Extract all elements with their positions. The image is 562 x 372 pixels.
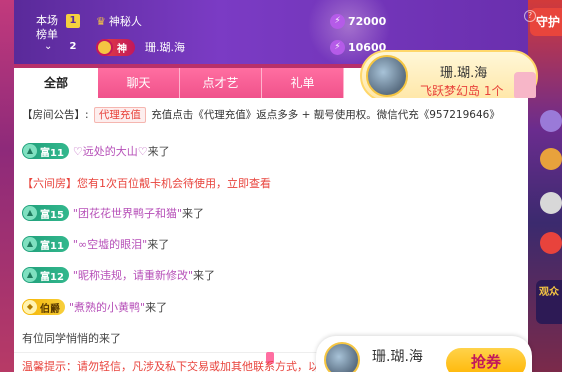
plain-message: 有位同学悄悄的来了 (22, 332, 121, 345)
tab-all[interactable]: 全部 (14, 68, 98, 98)
float-avatar[interactable] (324, 342, 360, 372)
help-icon[interactable]: ? (524, 10, 536, 22)
right-avatar-1[interactable] (540, 110, 562, 132)
medal-icon: ◆ (23, 300, 37, 314)
lightning-icon: ⚡ (330, 14, 345, 29)
username[interactable]: "团花花世界鸭子和猫" (73, 205, 182, 221)
lightning-icon: ⚡ (330, 40, 345, 55)
chevron-right-icon[interactable]: › (524, 262, 529, 276)
level-badge: ▲ 富11 (22, 236, 69, 252)
list-item: ◆ 伯爵 "煮熟的小黄鸭" 来了 (22, 298, 167, 316)
level-icon: ▲ (23, 144, 37, 158)
cake-icon (514, 72, 536, 98)
badge-text: 神 (117, 43, 127, 55)
host-card[interactable]: 珊.瑚.海 飞跃梦幻岛 1个 (360, 50, 538, 102)
score-1: ⚡ 72000 (330, 14, 386, 29)
message-suffix: 来了 (182, 207, 205, 220)
level-text: 富15 (40, 209, 64, 221)
message-suffix: 来了 (145, 301, 168, 314)
username[interactable]: ♡远处的大山♡ (73, 143, 148, 159)
tab-gifts[interactable]: 礼单 (262, 68, 344, 98)
list-item: ▲ 富15 "团花花世界鸭子和猫" 来了 (22, 204, 204, 222)
host-avatar[interactable] (366, 55, 408, 97)
username[interactable]: "昵称违规，请重新修改" (73, 267, 193, 283)
list-item: ▲ 富11 "∞空墟的眼泪" 来了 (22, 235, 169, 253)
rank-label-line1: 本场 (36, 14, 58, 27)
rank-label: 本场 榜单 (36, 14, 58, 42)
room-notice: 【房间公告】: 代理充值 充值点击《代理充值》返点多多 + 靓号使用权。微信代充… (22, 107, 522, 123)
message-suffix: 来了 (147, 145, 170, 158)
level-icon: ▲ (23, 206, 37, 220)
level-text: 富11 (40, 147, 64, 159)
level-text: 富11 (40, 240, 64, 252)
tab-talent[interactable]: 点才艺 (180, 68, 262, 98)
grab-coupon-button[interactable]: 抢券 (446, 348, 526, 372)
list-item: ▲ 富12 "昵称违规，请重新修改" 来了 (22, 266, 215, 284)
score-value-1: 72000 (348, 15, 387, 28)
username[interactable]: "煮熟的小黄鸭" (69, 299, 145, 315)
level-badge: ▲ 富15 (22, 205, 69, 221)
level-icon: ▲ (23, 237, 37, 251)
tab-chat[interactable]: 聊天 (98, 68, 180, 98)
recharge-tag[interactable]: 代理充值 (93, 107, 146, 123)
float-host-card[interactable]: 珊.瑚.海 抢券 (316, 336, 532, 372)
rank-number-1: 1 (66, 14, 80, 28)
list-item: 有位同学悄悄的来了 (22, 329, 121, 347)
chat-area[interactable]: 【房间公告】: 代理充值 充值点击《代理充值》返点多多 + 靓号使用权。微信代充… (14, 98, 528, 372)
username[interactable]: "∞空墟的眼泪" (73, 236, 147, 252)
level-badge: ▲ 富11 (22, 143, 69, 159)
chat-tabs: 全部 聊天 点才艺 礼单 (14, 68, 386, 98)
rank-row-2[interactable]: 2 神 珊.瑚.海 (66, 37, 185, 57)
chevron-down-icon[interactable]: ⌄ (44, 41, 52, 52)
host-subtitle: 飞跃梦幻岛 1个 (420, 84, 504, 98)
list-item: ▲ 富11 ♡远处的大山♡ 来了 (22, 142, 170, 160)
rank-name-2: 珊.瑚.海 (145, 41, 185, 54)
rank-row-1[interactable]: 1 ♛ 神秘人 (66, 11, 142, 31)
float-host-name: 珊.瑚.海 (372, 349, 423, 365)
right-avatar-4[interactable] (540, 232, 562, 254)
level-badge-gold: ◆ 伯爵 (22, 299, 65, 315)
notice-text: 充值点击《代理充值》返点多多 + 靓号使用权。微信代充《957219646》 (151, 109, 500, 121)
right-avatar-2[interactable] (540, 148, 562, 170)
right-avatar-3[interactable] (540, 192, 562, 214)
god-badge: 神 (96, 38, 135, 56)
rank-name-1: 神秘人 (108, 15, 142, 28)
level-badge: ▲ 富12 (22, 267, 69, 283)
level-text: 伯爵 (40, 303, 60, 315)
badge-disc-icon (96, 38, 113, 56)
level-icon: ▲ (23, 268, 37, 282)
level-text: 富12 (40, 271, 64, 283)
list-item[interactable]: 【六间房】您有1次百位靓卡机会待使用，立即查看 (22, 174, 271, 192)
message-suffix: 来了 (147, 238, 170, 251)
host-name: 珊.瑚.海 (440, 66, 488, 81)
notice-prefix: 【房间公告】: (22, 109, 89, 121)
viewer-badge[interactable]: 观众 (536, 280, 562, 324)
rank-label-line2: 榜单 (36, 28, 58, 41)
message-suffix: 来了 (193, 269, 216, 282)
system-message[interactable]: 【六间房】您有1次百位靓卡机会待使用，立即查看 (22, 175, 271, 191)
left-edge-background (0, 0, 14, 372)
rank-number-2: 2 (69, 41, 77, 52)
crown-icon: ♛ (96, 14, 106, 28)
